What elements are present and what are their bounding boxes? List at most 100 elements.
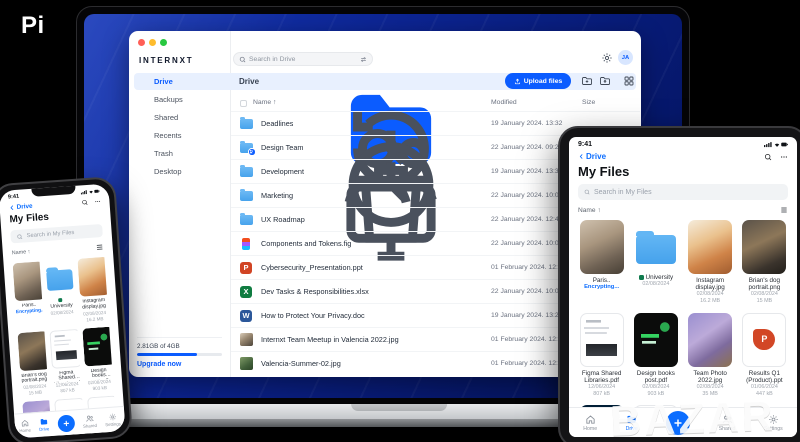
grid-item[interactable]: University 02/08/2024 — [45, 259, 77, 325]
backup-icon — [140, 95, 429, 187]
search-input[interactable]: Search in My Files — [578, 184, 788, 200]
more-options-icon[interactable] — [780, 153, 788, 161]
grid-item[interactable]: Design books post.pdf02/08/2024903 kB — [632, 312, 679, 399]
shared-indicator-icon — [58, 297, 63, 303]
folder-icon — [239, 164, 253, 177]
file-name: Team Photo 2022.jpg — [693, 369, 727, 384]
padlock-icon — [736, 385, 749, 402]
internxt-logo: INTERNXT — [139, 56, 194, 65]
modified-date: 22 January 2024. 09:26 — [491, 144, 563, 151]
file-date: 12/06/2024 — [588, 383, 616, 390]
file-name: Internxt Team Meetup in Valencia 2022.jp… — [261, 335, 399, 344]
sort-label[interactable]: Name — [578, 207, 596, 214]
back-button[interactable]: Drive — [578, 152, 606, 161]
grid-item[interactable]: Design books post.pdf02/08/2024903 kB — [81, 326, 114, 392]
table-header: Name ↑ Modified Size — [231, 97, 641, 111]
add-file-fab[interactable] — [56, 413, 75, 433]
doc-icon: W — [239, 309, 253, 322]
grid-item[interactable]: Brian's dog portrait.png 02/08/2024 15 MB — [17, 330, 50, 397]
file-date: 02/08/2024 — [696, 291, 724, 298]
status-system-icons — [764, 141, 788, 148]
tab-drive[interactable]: Drive — [38, 417, 49, 432]
column-name[interactable]: Name ↑ — [253, 99, 276, 106]
modified-date: 22 January 2024. 10:06 — [491, 192, 563, 199]
file-name: Brian's dog portrait.png — [748, 277, 781, 292]
search-icon[interactable] — [764, 153, 772, 161]
folder-shared-icon — [239, 140, 256, 156]
photo-thumbnail — [239, 333, 253, 346]
file-name: Valencia-Summer-02.jpg — [261, 359, 341, 368]
upload-files-button[interactable]: Upload files — [505, 73, 571, 89]
column-modified[interactable]: Modified — [491, 99, 517, 106]
folder-icon — [239, 188, 253, 202]
food-thumbnail — [688, 220, 733, 274]
list-view-icon[interactable] — [95, 243, 104, 252]
modified-date: 01 February 2024. 12:30 — [491, 264, 566, 271]
storage-usage: 2.81GB of 4GB — [137, 343, 180, 350]
sort-arrow-icon: ↑ — [27, 249, 31, 256]
search-placeholder: Search in My Files — [26, 229, 75, 239]
folder-icon — [239, 164, 253, 178]
page-title: My Files — [578, 164, 630, 179]
grid-item[interactable]: Paris.. Encrypting... — [578, 220, 625, 306]
tab-label: Drive — [39, 426, 50, 433]
file-name: Dev Tasks & Responsibilities.xlsx — [261, 287, 369, 296]
create-folder-button[interactable] — [581, 75, 593, 87]
paris-thumbnail — [579, 220, 624, 274]
view-toggle-button[interactable] — [623, 75, 635, 87]
folder-icon — [46, 269, 74, 291]
upload-folder-button[interactable] — [599, 75, 611, 87]
modified-date: 19 January 2024. 13:32 — [491, 120, 563, 127]
status-bar: 9:41 — [569, 137, 797, 148]
file-date: 02/08/2024 — [696, 383, 724, 390]
plus-icon — [63, 420, 69, 426]
more-options-icon[interactable] — [94, 198, 101, 205]
grid-item[interactable]: Brian's dog portrait.png 02/08/2024 15 MB — [741, 220, 788, 306]
file-size: 16.2 MB — [700, 298, 721, 305]
select-all-checkbox[interactable] — [240, 100, 247, 107]
file-name: University — [632, 274, 679, 281]
upload-label: Upload files — [523, 77, 563, 85]
grid-item[interactable]: University 02/08/2024 — [632, 220, 679, 306]
encrypting-status: Encrypting... — [584, 284, 620, 291]
people-icon — [140, 113, 437, 204]
grid-item[interactable]: Instagram display.jpg 02/08/2024 16.2 MB — [687, 220, 734, 306]
pdfdoc-thumbnail — [49, 328, 82, 369]
nav-actions — [81, 198, 100, 206]
settings-gear-icon[interactable] — [601, 52, 613, 64]
home-icon — [20, 418, 29, 427]
nav-bar: Drive — [569, 148, 797, 161]
modified-date: 19 January 2024. 13:34 — [491, 168, 563, 175]
modified-date: 22 January 2024. 10:00 — [491, 288, 563, 295]
sort-arrow-icon: ↑ — [597, 206, 601, 214]
search-input[interactable]: Search in Drive — [233, 52, 373, 66]
search-icon[interactable] — [81, 199, 88, 206]
tab-settings[interactable]: Settings — [104, 412, 121, 428]
column-size[interactable]: Size — [582, 99, 595, 106]
avatar[interactable]: JA — [618, 50, 633, 65]
phone-device: 9:41 Drive My Files Search in My Files N… — [0, 175, 133, 442]
folderfill-icon — [39, 417, 48, 426]
grid-item[interactable]: Instagram display.jpg 02/08/2024 16.2 MB — [77, 256, 109, 323]
grid-item[interactable]: Team Photo 2022.jpg 02/08/2024 35 MB — [687, 312, 734, 399]
file-name: Results Q1 (Product).ppt — [746, 369, 783, 384]
list-view-icon[interactable] — [780, 206, 788, 214]
laptop-lid-notch — [351, 404, 448, 411]
file-date: 02/08/2024 — [642, 281, 670, 288]
file-name: Marketing — [261, 191, 294, 200]
tab-shared[interactable]: Shared — [82, 414, 97, 429]
paris-thumbnail — [12, 261, 45, 302]
nav-actions — [764, 153, 788, 161]
grid-item[interactable]: Figma Shared Libraries.pdf12/06/2024807 … — [49, 328, 82, 395]
team-thumbnail — [688, 312, 733, 367]
filter-icon[interactable] — [360, 56, 367, 63]
tab-home[interactable]: Home — [19, 418, 31, 434]
modified-date: 01 February 2024. 12:30 — [491, 360, 566, 367]
food-thumbnail — [77, 256, 109, 297]
file-date: 02/08/2024 — [50, 309, 74, 316]
grid-item[interactable]: Figma Shared Libraries.pdf12/06/2024807 … — [578, 312, 625, 399]
sort-label[interactable]: Name — [12, 249, 27, 256]
upgrade-link[interactable]: Upgrade now — [137, 361, 222, 368]
grid-item[interactable]: Paris.. Encrypting... — [12, 261, 45, 327]
breadcrumb[interactable]: Drive — [239, 77, 259, 86]
